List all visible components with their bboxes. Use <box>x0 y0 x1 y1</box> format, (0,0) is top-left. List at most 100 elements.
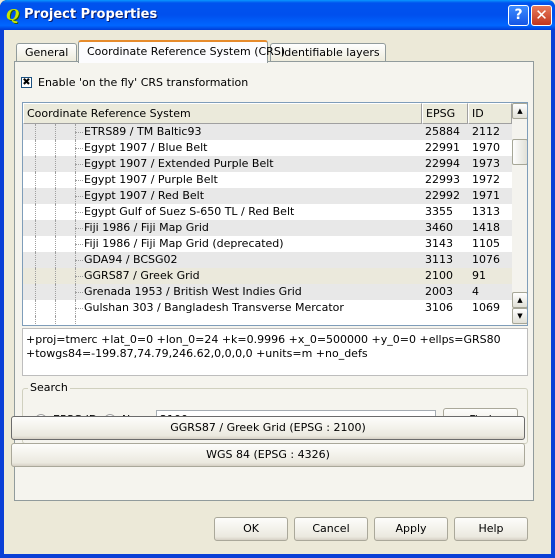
crs-name-cell: Fiji 1986 / Fiji Map Grid (deprecated) <box>23 236 421 252</box>
dialog-client: General Coordinate Reference System (CRS… <box>4 30 551 554</box>
check-mark-icon: ✖ <box>22 77 31 88</box>
close-icon: ✕ <box>535 6 548 24</box>
id-cell: 91 <box>472 269 486 282</box>
help-title-button[interactable]: ? <box>508 5 529 26</box>
tree-guide-line <box>35 124 36 140</box>
epsg-cell: 2003 <box>425 285 453 298</box>
tree-branch-line <box>75 180 83 181</box>
tree-guide-line <box>55 316 56 325</box>
crs-name-cell: GGRS87 / Greek Grid <box>23 268 421 284</box>
id-cell: 1313 <box>472 205 500 218</box>
tree-branch-line <box>75 148 83 149</box>
crs-name: Egypt 1907 / Red Belt <box>84 189 205 202</box>
tree-row[interactable]: Egypt 1907 / Blue Belt 22991 1970 <box>23 140 512 156</box>
qgis-icon: Q <box>6 6 20 24</box>
tree-branch-line <box>75 228 83 229</box>
column-header-crs[interactable]: Coordinate Reference System <box>23 103 422 124</box>
scroll-thumb[interactable] <box>512 139 527 165</box>
close-button[interactable]: ✕ <box>531 5 552 26</box>
otf-checkbox[interactable]: ✖ <box>21 77 32 88</box>
tree-row[interactable]: Egypt 1907 / Extended Purple Belt 22994 19… <box>23 156 512 172</box>
epsg-cell: 3113 <box>425 253 453 266</box>
crs-name-cell: Egypt Gulf of Suez S-650 TL / Red Belt <box>23 204 421 220</box>
tree-branch-line <box>75 308 83 309</box>
title-bar: Q Project Properties ? ✕ <box>0 0 555 30</box>
crs-name-cell: Egypt 1907 / Extended Purple Belt <box>23 156 421 172</box>
tree-branch-line <box>75 276 83 277</box>
tree-row[interactable]: Gulshan 303 / Bangladesh Transverse Merc… <box>23 300 512 316</box>
crs-name-cell: Egypt 1907 / Purple Belt <box>23 172 421 188</box>
tree-row-partial <box>23 316 512 325</box>
tree-branch-line <box>75 292 83 293</box>
tree-row[interactable]: Fiji 1986 / Fiji Map Grid 3460 1418 <box>23 220 512 236</box>
crs-name-cell: GDA94 / BCSG02 <box>23 252 421 268</box>
id-cell: 1973 <box>472 157 500 170</box>
tree-row[interactable]: Egypt Gulf of Suez S-650 TL / Red Belt 33… <box>23 204 512 220</box>
tab-general[interactable]: General <box>16 43 78 63</box>
crs-name: GDA94 / BCSG02 <box>84 253 178 266</box>
column-header-id[interactable]: ID <box>468 103 512 124</box>
tree-row[interactable]: GDA94 / BCSG02 3113 1076 <box>23 252 512 268</box>
apply-button[interactable]: Apply <box>374 517 448 541</box>
tree-guide-line <box>35 316 36 325</box>
tree-guide-line <box>35 188 36 204</box>
crs-name: Egypt 1907 / Extended Purple Belt <box>84 157 274 170</box>
tree-guide-line <box>55 124 56 140</box>
tree-guide-line <box>55 188 56 204</box>
tree-guide-line <box>35 236 36 252</box>
tree-guide-line <box>35 284 36 300</box>
tab-crs[interactable]: Coordinate Reference System (CRS) <box>78 40 285 63</box>
otf-checkbox-row[interactable]: ✖ Enable 'on the fly' CRS transformation <box>21 76 248 89</box>
tree-row[interactable]: Grenada 1953 / British West Indies Grid 2… <box>23 284 512 300</box>
scroll-up-button[interactable]: ▲ <box>512 103 527 119</box>
epsg-cell: 22992 <box>425 189 460 202</box>
question-icon: ? <box>514 7 523 23</box>
id-cell: 4 <box>472 285 479 298</box>
epsg-cell: 22994 <box>425 157 460 170</box>
tree-guide-line <box>55 156 56 172</box>
tree-scrollbar[interactable]: ▲ ▲ ▼ <box>512 103 527 325</box>
tree-guide-line <box>55 204 56 220</box>
tree-row[interactable]: Fiji 1986 / Fiji Map Grid (deprecated) 31… <box>23 236 512 252</box>
tab-identifiable-layers[interactable]: Identifiable layers <box>270 43 386 63</box>
help-button[interactable]: Help <box>454 517 528 541</box>
search-group-label: Search <box>28 381 70 394</box>
scroll-down-button[interactable]: ▼ <box>512 308 527 324</box>
epsg-cell: 25884 <box>425 125 460 138</box>
crs-name: Gulshan 303 / Bangladesh Transverse Merc… <box>84 301 344 314</box>
tree-row[interactable]: GGRS87 / Greek Grid 2100 91 <box>23 268 512 284</box>
id-cell: 1972 <box>472 173 500 186</box>
id-cell: 1971 <box>472 189 500 202</box>
crs-name: ETRS89 / TM Baltic93 <box>84 125 202 138</box>
recent-crs-button-wgs84[interactable]: WGS 84 (EPSG : 4326) <box>11 443 525 467</box>
tree-guide-line <box>55 236 56 252</box>
column-header-epsg[interactable]: EPSG <box>422 103 468 124</box>
id-cell: 1970 <box>472 141 500 154</box>
epsg-cell: 3460 <box>425 221 453 234</box>
frame-bottom <box>0 554 555 558</box>
tree-row[interactable]: Egypt 1907 / Purple Belt 22993 1972 <box>23 172 512 188</box>
crs-tree[interactable]: Coordinate Reference System EPSG ID ETRS… <box>22 102 528 326</box>
tree-row[interactable]: Egypt 1907 / Red Belt 22992 1971 <box>23 188 512 204</box>
tree-guide-line <box>35 140 36 156</box>
epsg-cell: 22991 <box>425 141 460 154</box>
tree-guide-line <box>55 300 56 316</box>
tree-guide-line <box>35 252 36 268</box>
window-title: Project Properties <box>24 7 158 22</box>
recent-crs-button-ggrs87[interactable]: GGRS87 / Greek Grid (EPSG : 2100) <box>11 416 525 440</box>
crs-name: Egypt 1907 / Purple Belt <box>84 173 218 186</box>
crs-name: Fiji 1986 / Fiji Map Grid <box>84 221 209 234</box>
tree-branch-line <box>75 164 83 165</box>
crs-name-cell: Gulshan 303 / Bangladesh Transverse Merc… <box>23 300 421 316</box>
tree-guide-line <box>35 156 36 172</box>
crs-name: Egypt Gulf of Suez S-650 TL / Red Belt <box>84 205 295 218</box>
tree-row[interactable]: ETRS89 / TM Baltic93 25884 2112 <box>23 124 512 140</box>
tree-guide-line <box>55 140 56 156</box>
crs-name: GGRS87 / Greek Grid <box>84 269 200 282</box>
scroll-up-button-lower[interactable]: ▲ <box>512 292 527 308</box>
epsg-cell: 3143 <box>425 237 453 250</box>
cancel-button[interactable]: Cancel <box>294 517 368 541</box>
ok-button[interactable]: OK <box>214 517 288 541</box>
tab-label: Coordinate Reference System (CRS) <box>87 45 286 58</box>
crs-name: Fiji 1986 / Fiji Map Grid (deprecated) <box>84 237 284 250</box>
